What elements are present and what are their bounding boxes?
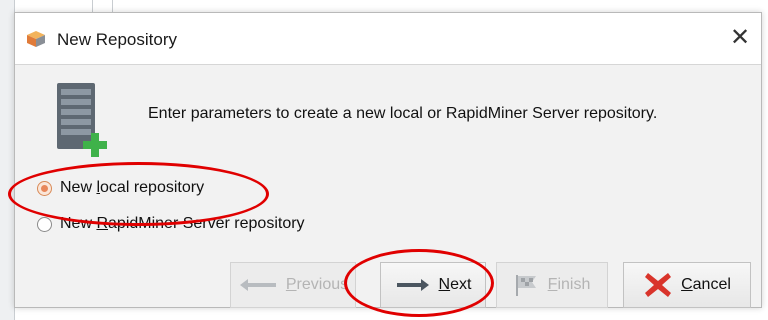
close-button[interactable]: ✕ [723, 23, 757, 53]
repository-add-icon [55, 81, 117, 159]
cancel-label: Cancel [681, 276, 731, 293]
next-label: Next [438, 276, 472, 293]
radio-new-server-repository[interactable]: New RapidMiner Server repository [37, 215, 305, 233]
radio-label-server: New RapidMiner Server repository [60, 215, 305, 232]
new-repository-dialog: New Repository ✕ Enter parameters to cre… [14, 12, 762, 308]
previous-button[interactable]: Previous [230, 262, 356, 308]
finish-label: Finish [547, 276, 591, 293]
repository-cube-icon [25, 30, 47, 48]
previous-label: Previous [285, 276, 349, 293]
radio-label-local: New local repository [60, 179, 205, 196]
cancel-x-icon [645, 273, 672, 297]
background-divider [92, 0, 93, 12]
finish-button[interactable]: Finish [496, 262, 608, 308]
background-window-edge [0, 0, 15, 320]
finish-flag-icon [515, 275, 536, 296]
arrow-left-icon [239, 279, 276, 291]
next-button[interactable]: Next [380, 262, 486, 308]
background-divider [112, 0, 113, 12]
radio-button-selected[interactable] [37, 180, 52, 196]
radio-button[interactable] [37, 216, 52, 232]
radio-new-local-repository[interactable]: New local repository [37, 179, 204, 197]
title-bar: New Repository ✕ [15, 13, 761, 65]
dialog-title: New Repository [57, 30, 177, 49]
arrow-right-icon [396, 279, 429, 291]
cancel-button[interactable]: Cancel [623, 262, 751, 308]
dialog-description: Enter parameters to create a new local o… [148, 105, 658, 122]
